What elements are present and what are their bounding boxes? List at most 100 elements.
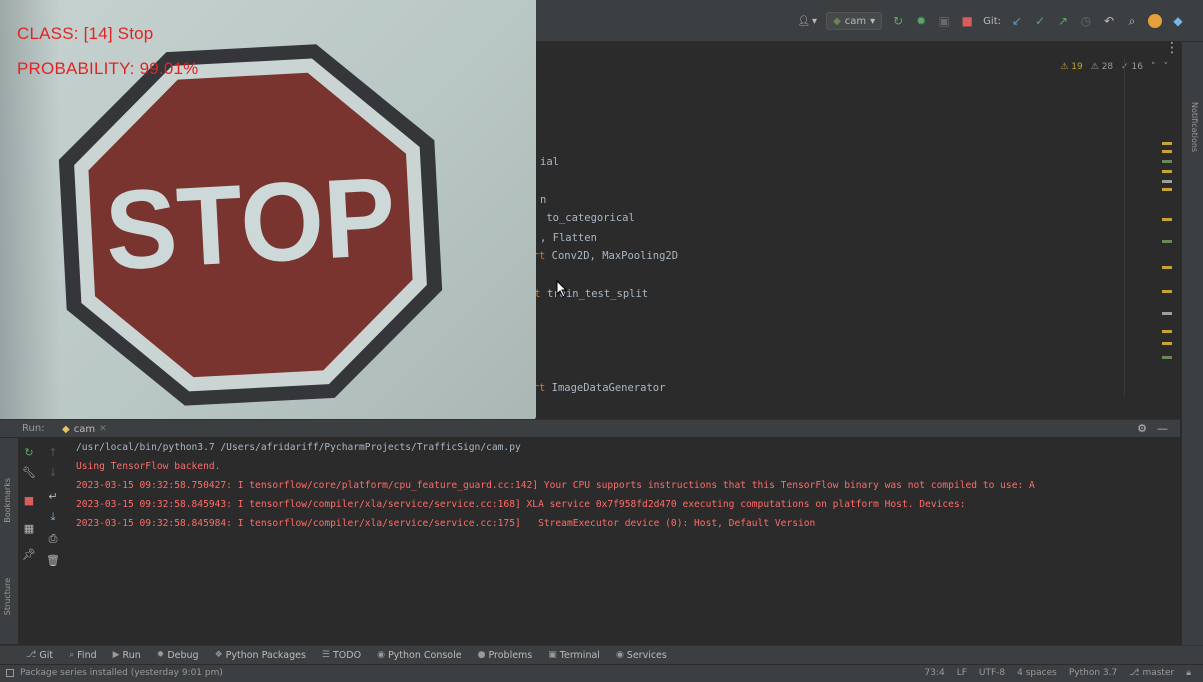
stop-icon[interactable]: ■ xyxy=(22,494,36,508)
tool-button-label: Problems xyxy=(488,649,533,661)
tool-button-todo[interactable]: ☰ TODO xyxy=(322,650,361,661)
print-icon[interactable]: ⎙ xyxy=(46,532,60,546)
search-icon[interactable]: ⌕ xyxy=(1125,14,1139,28)
gutter-mark[interactable] xyxy=(1162,160,1172,163)
tool-button-git[interactable]: ⎇ Git xyxy=(26,650,53,661)
code-line: to_categorical xyxy=(540,212,635,224)
arrow-up-icon[interactable]: ↑ xyxy=(46,446,60,460)
left-tool-strip: Bookmarks Structure xyxy=(0,438,18,644)
gutter-mark[interactable] xyxy=(1162,290,1172,293)
console-line: 2023-03-15 09:32:58.845984: I tensorflow… xyxy=(76,518,816,529)
ide-update-icon[interactable] xyxy=(1148,14,1162,28)
scroll-to-end-icon[interactable]: ⤓ xyxy=(46,510,60,524)
layout-icon[interactable]: ▦ xyxy=(22,522,36,536)
coverage-button[interactable]: ▣ xyxy=(937,14,951,28)
gutter-mark[interactable] xyxy=(1162,170,1172,173)
git-label: Git: xyxy=(983,15,1001,27)
gutter-mark[interactable] xyxy=(1162,150,1172,153)
run-configuration-select[interactable]: ◆ cam ▾ xyxy=(826,12,883,30)
chevron-up-icon[interactable]: ˄ xyxy=(1151,62,1156,72)
tool-button-find[interactable]: ⌕ Find xyxy=(69,650,97,661)
gutter-mark[interactable] xyxy=(1162,218,1172,221)
caret-position[interactable]: 73:4 xyxy=(924,668,944,678)
debug-button[interactable]: ✹ xyxy=(914,14,928,28)
run-tab-cam[interactable]: ◆ cam ✕ xyxy=(62,422,107,436)
git-push-icon[interactable]: ↗ xyxy=(1056,14,1070,28)
tool-button-terminal[interactable]: ▣ Terminal xyxy=(548,650,600,661)
rerun-button[interactable]: ↻ xyxy=(891,14,905,28)
webcam-window: STOP CLASS: [14] Stop PROBABILITY: 99.01… xyxy=(0,0,536,420)
code-line: rt train_test_split xyxy=(528,288,648,300)
git-commit-icon[interactable]: ✓ xyxy=(1033,14,1047,28)
tool-button-run[interactable]: ▶ Run xyxy=(113,650,141,661)
console-line: /usr/local/bin/python3.7 /Users/afridari… xyxy=(76,442,521,453)
error-stripe[interactable] xyxy=(1162,80,1172,380)
gutter-mark[interactable] xyxy=(1162,188,1172,191)
console-line: Using TensorFlow backend. xyxy=(76,461,221,472)
warnings-value: 19 xyxy=(1071,62,1083,72)
soft-wrap-icon[interactable]: ↵ xyxy=(46,490,60,504)
weak-warnings-count: ⚠︎ 28 xyxy=(1090,62,1114,72)
python-packages-icon: ❖ xyxy=(214,650,223,660)
weak-warnings-value: 28 xyxy=(1101,62,1114,72)
tool-button-debug[interactable]: ✹ Debug xyxy=(157,650,199,661)
tool-button-label: Find xyxy=(77,649,97,661)
git-branch[interactable]: ⎇ master xyxy=(1129,668,1174,678)
line-separator[interactable]: LF xyxy=(957,668,967,678)
account-button[interactable]: 👤︎ ▾ xyxy=(797,16,817,27)
status-message[interactable]: Package series installed (yesterday 9:01… xyxy=(20,668,223,678)
file-encoding[interactable]: UTF-8 xyxy=(979,668,1005,678)
stop-button[interactable]: ■ xyxy=(960,14,974,28)
gear-icon[interactable]: ⚙ xyxy=(1137,422,1147,435)
status-left: Package series installed (yesterday 9:01… xyxy=(6,668,223,678)
trash-icon[interactable]: 🗑︎ xyxy=(46,554,60,568)
console-line: 2023-03-15 09:32:58.845943: I tensorflow… xyxy=(76,499,966,510)
minimize-icon[interactable]: — xyxy=(1157,422,1168,435)
lock-icon[interactable]: 🔒︎ xyxy=(1186,668,1191,678)
tool-button-problems[interactable]: ● Problems xyxy=(478,650,533,661)
gutter-mark[interactable] xyxy=(1162,312,1172,315)
run-side-toolbar: ↻ ↑ 🔧︎ ↓ ■ ↵ ⤓ ▦ ⎙ 📌︎ 🗑︎ xyxy=(18,438,66,644)
code-line: port Conv2D, MaxPooling2D xyxy=(520,250,678,262)
plugin-icon[interactable]: ◆ xyxy=(1171,14,1185,28)
chevron-down-icon[interactable]: ˅ xyxy=(1164,62,1169,72)
gutter-mark[interactable] xyxy=(1162,240,1172,243)
gutter-mark[interactable] xyxy=(1162,342,1172,345)
console-line: 2023-03-15 09:32:58.750427: I tensorflow… xyxy=(76,480,1035,491)
gutter-mark[interactable] xyxy=(1162,142,1172,145)
gutter-mark[interactable] xyxy=(1162,330,1172,333)
toggle-tool-windows-icon[interactable] xyxy=(6,669,14,677)
tool-button-python-console[interactable]: ◉ Python Console xyxy=(377,650,462,661)
tool-button-python-packages[interactable]: ❖ Python Packages xyxy=(215,650,306,661)
python-interpreter[interactable]: Python 3.7 xyxy=(1069,668,1117,678)
wrench-icon[interactable]: 🔧︎ xyxy=(22,466,36,480)
indent-setting[interactable]: 4 spaces xyxy=(1017,668,1057,678)
gutter-mark[interactable] xyxy=(1162,356,1172,359)
notifications-tab[interactable]: Notifications xyxy=(1190,102,1199,152)
code-text: ImageDataGenerator xyxy=(545,382,666,394)
arrow-down-icon[interactable]: ↓ xyxy=(46,466,60,480)
rollback-icon[interactable]: ↶ xyxy=(1102,14,1116,28)
inspection-widget[interactable]: ⚠︎ 19 ⚠︎ 28 ✓ 16 ˄ ˅ xyxy=(1060,62,1168,72)
code-line: n xyxy=(540,194,546,206)
warnings-count: ⚠︎ 19 xyxy=(1060,62,1083,72)
bookmarks-tab[interactable]: Bookmarks xyxy=(3,478,12,523)
gutter-mark[interactable] xyxy=(1162,180,1172,183)
close-icon[interactable]: ✕ xyxy=(99,424,107,434)
history-icon[interactable]: ◷ xyxy=(1079,14,1093,28)
tool-button-services[interactable]: ◉ Services xyxy=(616,650,667,661)
code-text: to_categorical xyxy=(540,212,635,224)
status-bar: Package series installed (yesterday 9:01… xyxy=(0,664,1203,682)
run-tab-label: cam xyxy=(73,423,96,435)
notifications-strip: Notifications xyxy=(1181,42,1203,654)
code-line: , Flatten xyxy=(540,232,597,244)
pin-icon[interactable]: 📌︎ xyxy=(22,548,36,562)
structure-tab[interactable]: Structure xyxy=(3,578,12,615)
editor-scrollbar[interactable] xyxy=(1124,58,1125,396)
run-console[interactable]: /usr/local/bin/python3.7 /Users/afridari… xyxy=(66,438,1180,644)
code-text: Conv2D, MaxPooling2D xyxy=(545,250,679,262)
gutter-mark[interactable] xyxy=(1162,266,1172,269)
git-update-icon[interactable]: ↙ xyxy=(1010,14,1024,28)
rerun-icon[interactable]: ↻ xyxy=(22,446,36,460)
more-options-icon[interactable]: ⋮ xyxy=(1165,40,1179,56)
